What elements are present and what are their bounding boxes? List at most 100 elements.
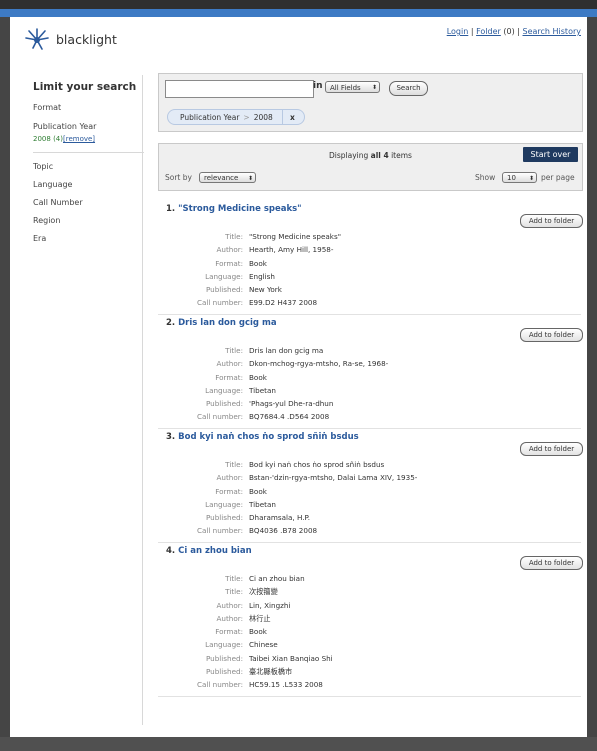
result-number: 2. [166, 318, 176, 328]
start-over-button[interactable]: Start over [523, 147, 578, 162]
field-label: Call number: [196, 298, 243, 308]
facet-format[interactable]: Format [33, 103, 61, 112]
field-value: Hearth, Amy Hill, 1958- [249, 245, 334, 255]
logo-text[interactable]: blacklight [56, 32, 117, 47]
field-label: Published: [205, 285, 243, 295]
result-title-link[interactable]: Dris lan don gcig ma [178, 318, 276, 328]
field-value: New York [249, 285, 282, 295]
field-label: Language: [205, 640, 243, 650]
result-title-link[interactable]: Ci an zhou bian [178, 546, 252, 556]
add-to-folder-button[interactable]: Add to folder [520, 328, 583, 342]
field-row: Title: Bod kyi naṅ chos ṅo sprod sñiṅ bsd… [158, 460, 417, 473]
field-label: Published: [205, 667, 243, 677]
search-button[interactable]: Search [389, 81, 428, 96]
folder-count: (0) [503, 27, 515, 36]
add-to-folder-button[interactable]: Add to folder [520, 556, 583, 570]
field-value: 次按籀變 [249, 587, 278, 597]
facet-publication-year[interactable]: Publication Year [33, 122, 96, 131]
field-label: Author: [216, 600, 244, 610]
field-value: Ci an zhou bian [249, 574, 305, 583]
facet-language[interactable]: Language [33, 180, 72, 189]
select-arrows-icon: ⬍ [528, 175, 534, 182]
window-top-bar [0, 0, 597, 9]
field-row: Published: Dharamsala, H.P. [158, 513, 417, 526]
selected-facet-value: 2008 (4)[remove] [33, 135, 95, 143]
remove-constraint-button[interactable]: x [290, 110, 295, 126]
field-value: Book [249, 372, 267, 382]
result-title: 3. Bod kyi naṅ chos ṅo sprod sñiṅ bsdus [166, 432, 359, 442]
field-value: Dkon-mchog-rgya-mtsho, Ra-se, 1968- [249, 359, 389, 369]
per-page-value: 10 [507, 174, 516, 182]
result-divider [158, 696, 581, 697]
show-label: Show [475, 173, 496, 182]
sort-label: Sort by [165, 173, 192, 182]
sidebar-divider [33, 152, 144, 153]
field-row: Title: Ci an zhou bian [158, 574, 333, 587]
constraint-breadcrumb: Publication Year >2008 x [167, 109, 305, 125]
field-value: Dharamsala, H.P. [249, 513, 311, 523]
login-link[interactable]: Login [447, 27, 469, 36]
add-to-folder-button[interactable]: Add to folder [520, 442, 583, 456]
field-value: Book [249, 486, 267, 496]
facet-era[interactable]: Era [33, 234, 46, 243]
field-value: "Strong Medicine speaks" [249, 232, 342, 241]
field-row: Format: Book [158, 259, 341, 272]
field-label: Author: [216, 613, 244, 623]
field-label: Published: [205, 513, 243, 523]
result-title-link[interactable]: Bod kyi naṅ chos ṅo sprod sñiṅ bsdus [178, 432, 359, 442]
field-value: Dris lan don gcig ma [249, 346, 324, 355]
field-label: Published: [205, 653, 243, 663]
field-value: HC59.15 .L533 2008 [249, 680, 323, 690]
field-value: 臺北縣板橋市 [249, 667, 293, 677]
field-value: Tibetan [249, 385, 276, 395]
search-field-value: All Fields [330, 84, 361, 92]
blacklight-logo-icon[interactable] [24, 27, 50, 53]
field-row: Title: Dris lan don gcig ma [158, 346, 388, 359]
field-value: BQ4036 .B78 2008 [249, 526, 318, 536]
field-label: Published: [205, 399, 243, 409]
top-links: Login | Folder (0) | Search History [447, 27, 581, 36]
field-label: Call number: [196, 680, 243, 690]
constraint-value: 2008 [253, 113, 273, 122]
field-label: Call number: [196, 412, 243, 422]
per-page-select[interactable]: 10 ⬍ [502, 172, 537, 183]
constraint-separator-icon: > [243, 113, 250, 122]
result-title: 2. Dris lan don gcig ma [166, 318, 277, 328]
field-row: Author: Hearth, Amy Hill, 1958- [158, 245, 341, 258]
facet-call-number[interactable]: Call Number [33, 198, 83, 207]
search-input[interactable] [165, 80, 314, 98]
field-row: Author: Dkon-mchog-rgya-mtsho, Ra-se, 196… [158, 359, 389, 372]
add-to-folder-button[interactable]: Add to folder [520, 214, 583, 228]
field-row: Author: Bstan-'dzin-rgya-mtsho, Dalai Lam… [158, 473, 418, 486]
field-label: Author: [216, 245, 244, 255]
result-fields: Title: Ci an zhou bian Title: 次按籀變 Author:… [158, 574, 333, 694]
result-title: 4. Ci an zhou bian [166, 546, 252, 556]
select-arrows-icon: ⬍ [247, 175, 253, 182]
result-divider [158, 314, 581, 315]
result-title-link[interactable]: "Strong Medicine speaks" [178, 204, 301, 214]
field-value: Book [249, 627, 267, 637]
field-label: Title: [225, 460, 243, 469]
result-number: 1. [166, 204, 176, 214]
field-row: Language: Chinese [158, 640, 333, 653]
field-row: Author: 林行止 [158, 614, 333, 627]
facet-topic[interactable]: Topic [33, 162, 53, 171]
remove-facet-link[interactable]: [remove] [63, 135, 95, 143]
field-row: Published: New York [158, 285, 341, 298]
field-row: Call number: BQ4036 .B78 2008 [158, 526, 417, 539]
facet-region[interactable]: Region [33, 216, 60, 225]
result-divider [158, 428, 581, 429]
field-label: Author: [216, 473, 244, 483]
field-value: Chinese [249, 640, 278, 650]
sort-select[interactable]: relevance ⬍ [199, 172, 256, 183]
results-toolbar: Displaying all 4 items Start over Sort b… [158, 143, 583, 191]
in-label: in [313, 81, 323, 91]
page-container: blacklight Login | Folder (0) | Search H… [10, 17, 587, 737]
result-title: 1. "Strong Medicine speaks" [166, 204, 302, 214]
field-label: Language: [205, 499, 243, 509]
field-value: BQ7684.4 .D564 2008 [249, 412, 330, 422]
field-row: Language: Tibetan [158, 500, 417, 513]
search-field-select[interactable]: All Fields ⬍ [325, 81, 380, 93]
search-history-link[interactable]: Search History [523, 27, 582, 36]
folder-link[interactable]: Folder [476, 27, 501, 36]
